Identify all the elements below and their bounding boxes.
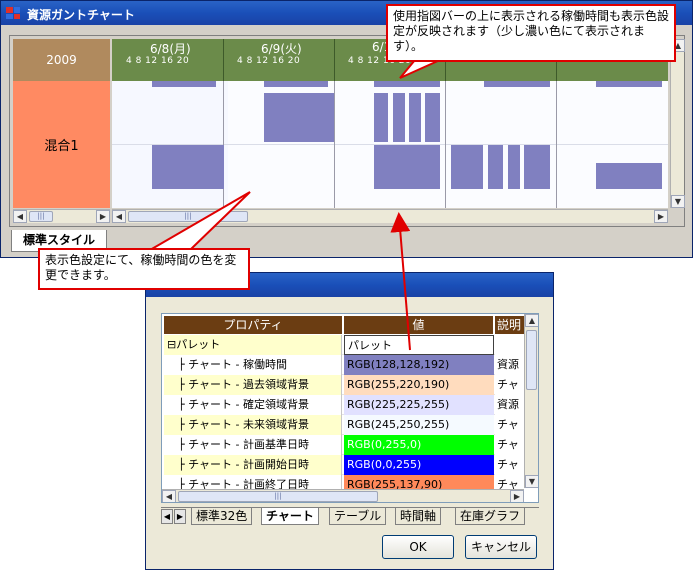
- scroll-up-icon[interactable]: ▲: [525, 314, 538, 327]
- callout-color-setting-note: 表示色設定にて、稼働時間の色を変更できます。: [38, 248, 250, 290]
- scroll-down-icon[interactable]: ▼: [525, 475, 538, 488]
- property-description: チャ: [495, 375, 524, 395]
- column-header-property: プロパティ: [164, 316, 342, 334]
- scroll-left-icon[interactable]: ◀: [13, 210, 27, 223]
- property-name: ├ チャート - 過去領域背景: [164, 375, 342, 395]
- gantt-chart-area[interactable]: [112, 81, 668, 208]
- property-name: ├ チャート - 計画開始日時: [164, 455, 342, 475]
- property-name: ⊟パレット: [164, 335, 342, 355]
- property-row[interactable]: ├ チャート - 確定領域背景 RGB(225,225,255) 資源: [164, 395, 524, 415]
- property-name: ├ チャート - 未来領域背景: [164, 415, 342, 435]
- scroll-thumb[interactable]: |||: [178, 491, 378, 502]
- property-grid: プロパティ 値 説明 ⊟パレット パレット ├ チャート - 稼働時間 RGB(…: [161, 313, 539, 503]
- property-row[interactable]: ├ チャート - 稼働時間 RGB(128,128,192) 資源: [164, 355, 524, 375]
- day-separator: [334, 81, 335, 208]
- gantt-grid: 2009 混合1 6/8(月) 4 8 12 16 20 6/9(火) 4 8 …: [9, 35, 685, 227]
- day-separator: [223, 39, 224, 81]
- window-title: 資源ガントチャート: [27, 8, 135, 22]
- operating-time-bar[interactable]: [374, 93, 388, 142]
- property-name: ├ チャート - 計画基準日時: [164, 435, 342, 455]
- property-value[interactable]: RGB(0,0,255): [344, 455, 494, 475]
- callout-bar-color-note: 使用指図バーの上に表示される稼働時間も表示色設定が反映されます（少し濃い色にて表…: [386, 4, 676, 62]
- tab-table[interactable]: テーブル: [329, 508, 387, 525]
- property-description: チャ: [495, 435, 524, 455]
- day-separator: [556, 81, 557, 208]
- property-value[interactable]: パレット: [344, 335, 494, 355]
- operating-time-bar[interactable]: [508, 145, 520, 189]
- property-row[interactable]: ├ チャート - 計画基準日時 RGB(0,255,0) チャ: [164, 435, 524, 455]
- tab-standard32[interactable]: 標準32色: [191, 508, 253, 525]
- property-row[interactable]: ⊟パレット パレット: [164, 335, 524, 355]
- operating-time-bar[interactable]: [393, 93, 405, 142]
- property-row[interactable]: ├ チャート - 計画開始日時 RGB(0,0,255) チャ: [164, 455, 524, 475]
- vertical-scrollbar[interactable]: ▲ ▼: [670, 39, 685, 208]
- operating-time-bar[interactable]: [484, 81, 550, 87]
- day-separator: [334, 39, 335, 81]
- scroll-left-icon[interactable]: ◀: [112, 210, 126, 223]
- property-description: 資源: [495, 355, 524, 375]
- column-header-description: 説明: [495, 316, 524, 334]
- column-header-value: 値: [344, 316, 493, 334]
- property-row[interactable]: ├ チャート - 未来領域背景 RGB(245,250,255) チャ: [164, 415, 524, 435]
- operating-time-bar[interactable]: [264, 93, 334, 142]
- scroll-left-icon[interactable]: ◀: [162, 490, 176, 502]
- ok-button[interactable]: OK: [382, 535, 454, 559]
- property-tabs: ◀ ▶ 標準32色 チャート テーブル 時間軸 在庫グラフ: [161, 507, 539, 525]
- property-row[interactable]: ├ チャート - 過去領域背景 RGB(255,220,190) チャ: [164, 375, 524, 395]
- scroll-thumb[interactable]: |||: [29, 211, 53, 222]
- grid-vertical-scrollbar[interactable]: ▲ ▼: [524, 314, 538, 488]
- scroll-thumb[interactable]: |||: [128, 211, 248, 222]
- chart-hscrollbar[interactable]: ◀ ||| ▶: [112, 209, 668, 223]
- resource-header: 2009: [13, 39, 110, 81]
- property-description: チャ: [495, 455, 524, 475]
- resource-hscrollbar[interactable]: ◀ ||| ▶: [13, 209, 110, 223]
- operating-time-bar[interactable]: [596, 163, 662, 189]
- operating-time-bar[interactable]: [524, 145, 550, 189]
- operating-time-bar[interactable]: [264, 81, 328, 87]
- property-value[interactable]: RGB(128,128,192): [344, 355, 494, 375]
- operating-time-bar[interactable]: [596, 81, 662, 87]
- property-value[interactable]: RGB(225,225,255): [344, 395, 494, 415]
- tab-time-axis[interactable]: 時間軸: [395, 508, 442, 525]
- scroll-right-icon[interactable]: ▶: [96, 210, 110, 223]
- operating-time-bar[interactable]: [451, 145, 483, 189]
- tab-inventory-graph[interactable]: 在庫グラフ: [455, 508, 526, 525]
- properties-dialog: プロパティ 値 説明 ⊟パレット パレット ├ チャート - 稼働時間 RGB(…: [145, 272, 554, 570]
- operating-time-bar[interactable]: [374, 81, 440, 87]
- scroll-thumb[interactable]: [526, 330, 537, 390]
- resource-row-label[interactable]: 混合1: [13, 81, 110, 208]
- scroll-right-icon[interactable]: ▶: [510, 490, 524, 502]
- property-name: ├ チャート - 稼働時間: [164, 355, 342, 375]
- day-date-label: 6/9(火): [261, 42, 302, 56]
- day-hours-label: 4 8 12 16 20: [126, 56, 190, 66]
- app-icon: [6, 7, 20, 19]
- day-separator: [445, 81, 446, 208]
- tab-prev-icon[interactable]: ◀: [161, 509, 173, 524]
- property-value[interactable]: RGB(255,220,190): [344, 375, 494, 395]
- property-name: ├ チャート - 確定領域背景: [164, 395, 342, 415]
- operating-time-bar[interactable]: [152, 81, 216, 87]
- operating-time-bar[interactable]: [488, 145, 503, 189]
- operating-time-bar[interactable]: [425, 93, 440, 142]
- property-description: 資源: [495, 395, 524, 415]
- operating-time-bar[interactable]: [409, 93, 421, 142]
- cancel-button[interactable]: キャンセル: [465, 535, 537, 559]
- scroll-right-icon[interactable]: ▶: [654, 210, 668, 223]
- property-value[interactable]: RGB(245,250,255): [344, 415, 494, 435]
- day-date-label: 6/8(月): [150, 42, 191, 56]
- operating-time-bar[interactable]: [152, 145, 224, 189]
- scroll-down-icon[interactable]: ▼: [671, 195, 685, 208]
- property-value[interactable]: RGB(0,255,0): [344, 435, 494, 455]
- property-description: チャ: [495, 415, 524, 435]
- day-hours-label: 4 8 12 16 20: [237, 56, 301, 66]
- property-description: [495, 335, 524, 355]
- tab-next-icon[interactable]: ▶: [174, 509, 186, 524]
- operating-time-bar[interactable]: [374, 145, 440, 189]
- grid-horizontal-scrollbar[interactable]: ◀ ||| ▶: [162, 489, 524, 502]
- tab-chart[interactable]: チャート: [261, 508, 319, 525]
